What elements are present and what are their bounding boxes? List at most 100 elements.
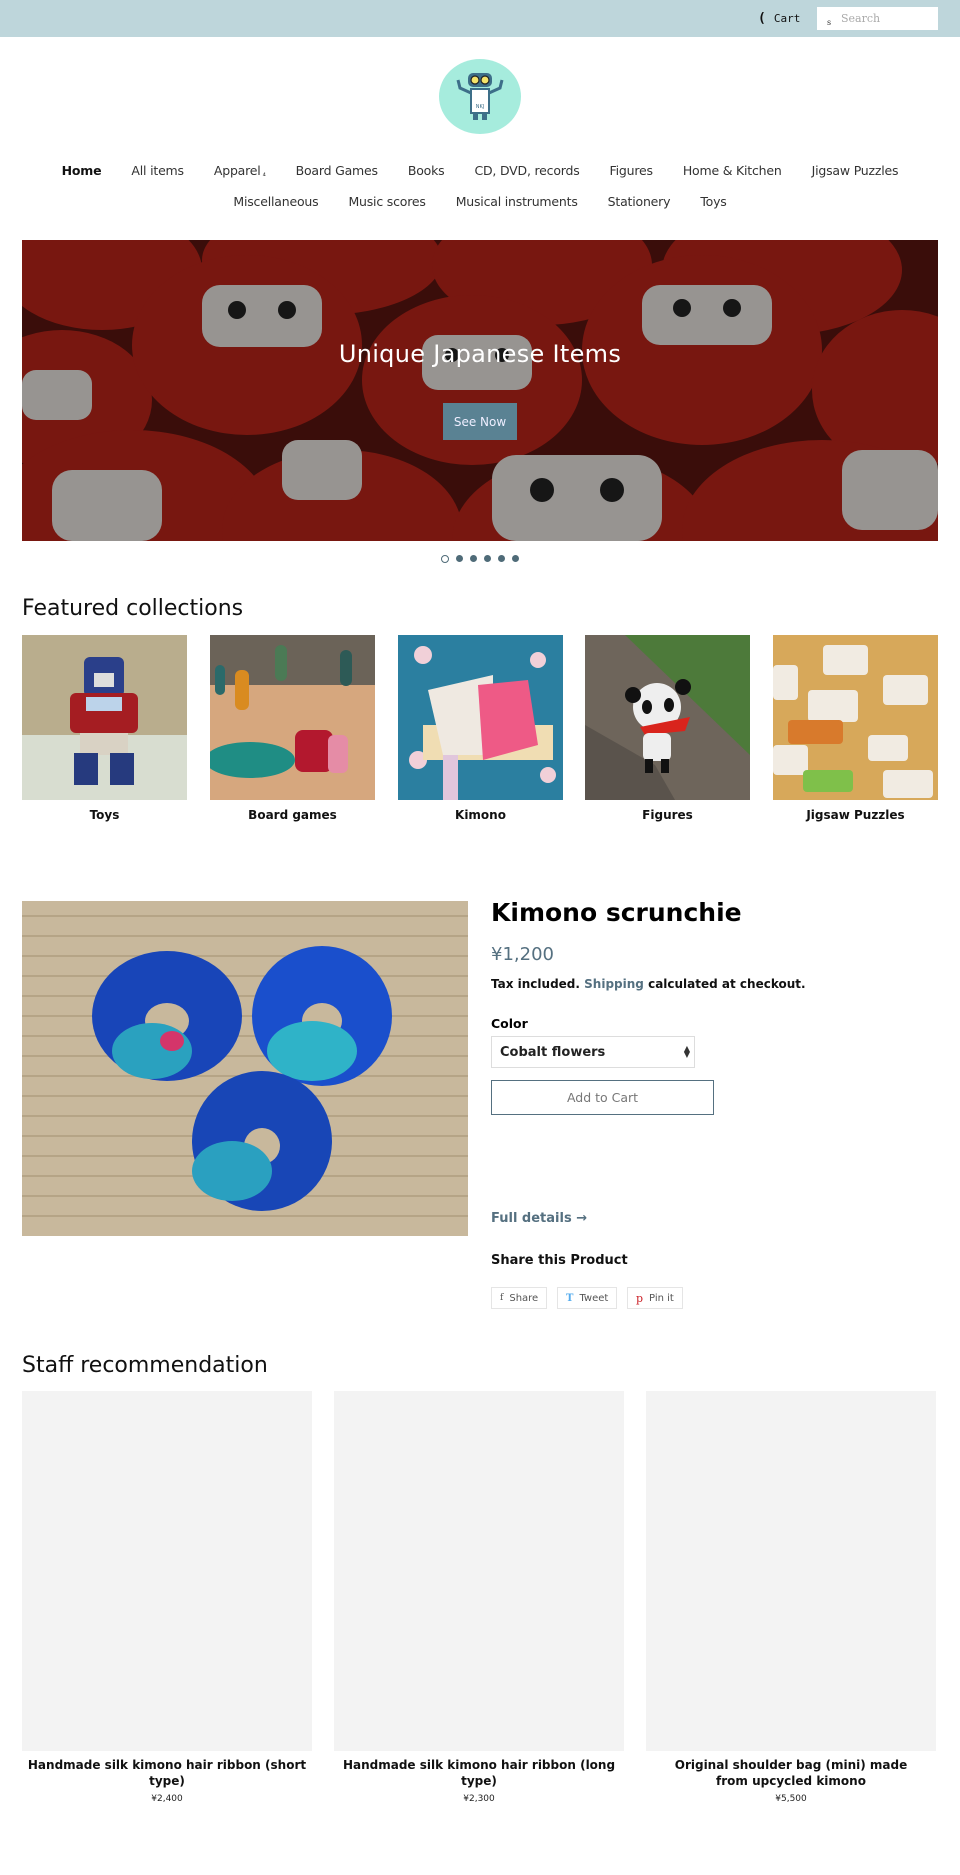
slide-dot-5[interactable] xyxy=(498,555,505,562)
nav-music-scores[interactable]: Music scores xyxy=(333,194,440,209)
nav-books[interactable]: Books xyxy=(393,163,460,178)
color-select[interactable]: Cobalt flowers ▲ ▼ xyxy=(491,1036,695,1068)
nav-apparel-label: Apparel xyxy=(213,163,261,178)
nav-musical-instruments[interactable]: Musical instruments xyxy=(441,194,593,209)
tax-suffix: calculated at checkout. xyxy=(648,977,806,991)
search-input[interactable] xyxy=(841,9,935,27)
nav-toys[interactable]: Toys xyxy=(685,194,741,209)
product-image[interactable] xyxy=(22,901,468,1236)
recommended-product-price: ¥2,400 xyxy=(151,1794,183,1804)
nav-home-kitchen-label: Home & Kitchen xyxy=(682,163,782,178)
full-details-link[interactable]: Full details → xyxy=(491,1211,587,1226)
nav-books-label: Books xyxy=(407,163,445,178)
nav-stationery-label: Stationery xyxy=(607,194,671,209)
nav-miscellaneous-label: Miscellaneous xyxy=(233,194,319,209)
recommended-product-name[interactable]: Handmade silk kimono hair ribbon (long t… xyxy=(334,1757,624,1789)
share-twitter-label: Tweet xyxy=(579,1292,609,1304)
main-nav-row-2: Miscellaneous Music scores Musical instr… xyxy=(0,194,960,209)
select-arrows-icon: ▲ ▼ xyxy=(683,1044,690,1059)
color-select-value: Cobalt flowers xyxy=(500,1044,606,1060)
slide-dot-2[interactable] xyxy=(456,555,463,562)
color-label: Color xyxy=(491,1016,528,1031)
recommended-product-image-placeholder[interactable] xyxy=(334,1391,624,1751)
store-logo[interactable]: NKJ xyxy=(438,58,522,135)
slideshow-pagination xyxy=(0,554,960,563)
collection-card-kimono[interactable]: Kimono xyxy=(398,635,563,822)
nav-cd-dvd-records-label: CD, DVD, records xyxy=(474,163,580,178)
nav-musical-instruments-label: Musical instruments xyxy=(455,194,578,209)
cart-label: Cart xyxy=(773,12,801,25)
product-price: ¥1,200 xyxy=(491,944,554,965)
collection-label[interactable]: Kimono xyxy=(398,808,563,822)
nav-home[interactable]: Home xyxy=(47,163,117,178)
nav-all-items[interactable]: All items xyxy=(116,163,198,178)
slide-dot-6[interactable] xyxy=(512,555,519,562)
nav-jigsaw-puzzles[interactable]: Jigsaw Puzzles xyxy=(797,163,914,178)
nav-all-items-label: All items xyxy=(131,163,184,178)
nav-board-games[interactable]: Board Games xyxy=(281,163,393,178)
collection-card-figures[interactable]: Figures xyxy=(585,635,750,822)
nav-home-kitchen[interactable]: Home & Kitchen xyxy=(668,163,797,178)
main-nav-row-1: Home All items Apparel ₄ Board Games Book… xyxy=(0,163,960,178)
nav-board-games-label: Board Games xyxy=(295,163,378,178)
featured-collections-heading: Featured collections xyxy=(22,596,244,621)
dropdown-caret-icon: ₄ xyxy=(262,169,266,178)
search-box[interactable]: s xyxy=(817,7,938,30)
recommended-product-image-placeholder[interactable] xyxy=(646,1391,936,1751)
recommended-product-price: ¥5,500 xyxy=(775,1794,807,1804)
recommended-product-name[interactable]: Handmade silk kimono hair ribbon (short … xyxy=(22,1757,312,1789)
slide-dot-3[interactable] xyxy=(470,555,477,562)
collection-image-figures[interactable] xyxy=(585,635,750,800)
tax-prefix: Tax included. xyxy=(491,977,580,991)
slide-dot-1[interactable] xyxy=(441,554,449,563)
nav-apparel[interactable]: Apparel ₄ xyxy=(199,163,281,178)
nav-miscellaneous[interactable]: Miscellaneous xyxy=(218,194,333,209)
share-title: Share this Product xyxy=(491,1253,628,1268)
collection-label[interactable]: Figures xyxy=(585,808,750,822)
nav-cd-dvd-records[interactable]: CD, DVD, records xyxy=(459,163,594,178)
tax-note: Tax included. Shipping calculated at che… xyxy=(491,977,806,991)
recommended-product-card[interactable]: Handmade silk kimono hair ribbon (long t… xyxy=(334,1391,624,1804)
hero-title: Unique Japanese Items xyxy=(338,340,622,368)
nav-music-scores-label: Music scores xyxy=(348,194,426,209)
recommended-product-name[interactable]: Original shoulder bag (mini) made from u… xyxy=(646,1757,936,1789)
nav-stationery[interactable]: Stationery xyxy=(593,194,686,209)
facebook-icon: f xyxy=(500,1293,504,1303)
share-pinterest-button[interactable]: p Pin it xyxy=(627,1287,683,1309)
collection-label[interactable]: Toys xyxy=(22,808,187,822)
share-pinterest-label: Pin it xyxy=(649,1292,674,1304)
collection-label[interactable]: Jigsaw Puzzles xyxy=(773,808,938,822)
twitter-icon: T xyxy=(566,1292,574,1304)
recommended-product-image-placeholder[interactable] xyxy=(22,1391,312,1751)
collection-image-toys[interactable] xyxy=(22,635,187,800)
shipping-link[interactable]: Shipping xyxy=(584,977,644,991)
product-title: Kimono scrunchie xyxy=(491,898,742,927)
staff-recommendation-heading: Staff recommendation xyxy=(22,1353,268,1378)
collection-label[interactable]: Board games xyxy=(210,808,375,822)
see-now-button[interactable]: See Now xyxy=(443,403,517,440)
hero-slide-image xyxy=(22,240,938,541)
nav-toys-label: Toys xyxy=(700,194,727,209)
nav-jigsaw-puzzles-label: Jigsaw Puzzles xyxy=(811,163,899,178)
search-icon: s xyxy=(827,18,832,27)
collection-card-toys[interactable]: Toys xyxy=(22,635,187,822)
cart-icon: ( xyxy=(758,11,766,26)
pinterest-icon: p xyxy=(636,1291,644,1305)
slide-dot-4[interactable] xyxy=(484,555,491,562)
add-to-cart-button[interactable]: Add to Cart xyxy=(491,1080,714,1115)
recommended-product-card[interactable]: Handmade silk kimono hair ribbon (short … xyxy=(22,1391,312,1804)
collection-card-jigsaw-puzzles[interactable]: Jigsaw Puzzles xyxy=(773,635,938,822)
collection-image-board-games[interactable] xyxy=(210,635,375,800)
nav-figures-label: Figures xyxy=(609,163,653,178)
top-bar: ( Cart s xyxy=(0,0,960,37)
nav-figures[interactable]: Figures xyxy=(595,163,668,178)
collection-card-board-games[interactable]: Board games xyxy=(210,635,375,822)
share-facebook-button[interactable]: f Share xyxy=(491,1287,548,1309)
share-facebook-label: Share xyxy=(509,1292,539,1304)
recommended-product-card[interactable]: Original shoulder bag (mini) made from u… xyxy=(646,1391,936,1804)
share-twitter-button[interactable]: T Tweet xyxy=(557,1287,618,1309)
collection-image-jigsaw-puzzles[interactable] xyxy=(773,635,938,800)
collection-image-kimono[interactable] xyxy=(398,635,563,800)
cart-link[interactable]: ( Cart xyxy=(758,11,800,26)
recommended-product-price: ¥2,300 xyxy=(463,1794,495,1804)
